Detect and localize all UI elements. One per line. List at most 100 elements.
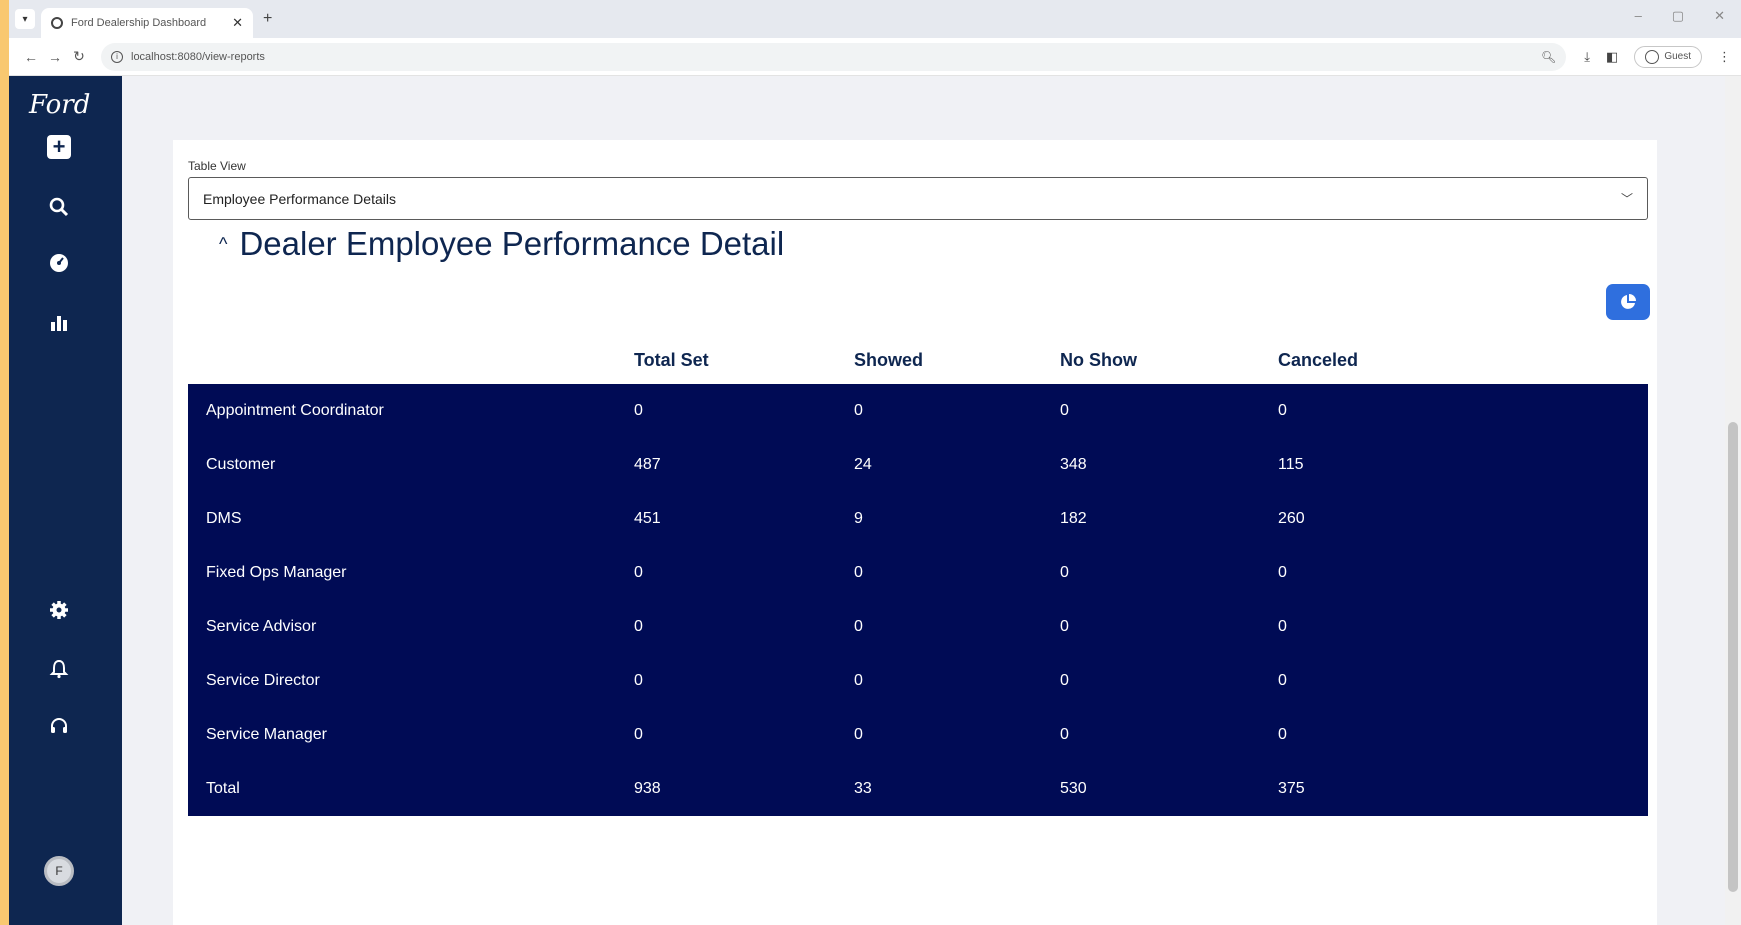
cell-no-show: 182 — [1060, 492, 1278, 546]
section-header[interactable]: ^ Dealer Employee Performance Detail — [219, 225, 784, 263]
cell-role: Appointment Coordinator — [188, 384, 634, 438]
table-row: Fixed Ops Manager 0 0 0 0 — [188, 546, 1648, 600]
performance-table: Total Set Showed No Show Canceled Appoin… — [188, 336, 1648, 816]
ford-logo: Ford — [29, 90, 91, 120]
scrollbar-thumb[interactable] — [1728, 422, 1738, 892]
table-row: Customer 487 24 348 115 — [188, 438, 1648, 492]
bar-chart-icon — [51, 316, 67, 331]
cell-total-set: 0 — [634, 384, 854, 438]
reload-icon[interactable]: ↻ — [67, 48, 91, 65]
cell-showed: 0 — [854, 600, 1060, 654]
window-close-icon[interactable]: ✕ — [1714, 8, 1725, 24]
column-header-role — [188, 336, 634, 384]
cell-canceled: 0 — [1278, 384, 1648, 438]
profile-icon — [1645, 49, 1660, 64]
zoom-icon[interactable]: 🔍︎ — [1541, 50, 1556, 64]
page-scrollbar[interactable] — [1725, 76, 1741, 925]
table-view-selected: Employee Performance Details — [203, 190, 396, 207]
cell-total-set: 0 — [634, 600, 854, 654]
side-panel-icon[interactable]: ◧ — [1606, 49, 1618, 65]
minimize-icon[interactable]: – — [1635, 8, 1642, 24]
cell-showed: 0 — [854, 654, 1060, 708]
cell-showed: 0 — [854, 708, 1060, 762]
cell-total-set: 0 — [634, 708, 854, 762]
avatar[interactable]: F — [44, 856, 74, 886]
url-text: localhost:8080/view-reports — [131, 50, 265, 63]
browser-toolbar: ← → ↻ i localhost:8080/view-reports 🔍︎ ⤓… — [9, 38, 1741, 76]
download-icon[interactable]: ⤓ — [1584, 49, 1590, 65]
cell-no-show: 0 — [1060, 384, 1278, 438]
add-button[interactable]: + — [46, 134, 72, 160]
back-icon[interactable]: ← — [19, 49, 43, 65]
maximize-icon[interactable]: ▢ — [1672, 8, 1684, 24]
cell-showed: 0 — [854, 546, 1060, 600]
table-row: Service Advisor 0 0 0 0 — [188, 600, 1648, 654]
table-view-label: Table View — [188, 159, 246, 173]
new-tab-icon[interactable]: + — [263, 10, 272, 28]
browser-tab[interactable]: Ford Dealership Dashboard ✕ — [41, 8, 253, 38]
column-header-total-set[interactable]: Total Set — [634, 336, 854, 384]
cell-showed: 33 — [854, 762, 1060, 816]
site-info-icon[interactable]: i — [111, 50, 123, 63]
chevron-up-icon[interactable]: ^ — [219, 234, 227, 255]
cell-canceled: 260 — [1278, 492, 1648, 546]
bell-icon — [49, 659, 69, 679]
cell-no-show: 348 — [1060, 438, 1278, 492]
pie-chart-button[interactable] — [1606, 284, 1650, 320]
headset-icon — [51, 718, 67, 733]
cell-canceled: 0 — [1278, 708, 1648, 762]
forward-icon[interactable]: → — [43, 49, 67, 65]
section-title: Dealer Employee Performance Detail — [239, 225, 785, 262]
table-row: Service Manager 0 0 0 0 — [188, 708, 1648, 762]
settings-button[interactable] — [46, 597, 72, 623]
cell-canceled: 0 — [1278, 600, 1648, 654]
tab-search-chevron-icon[interactable]: ▾ — [15, 9, 35, 29]
cell-canceled: 0 — [1278, 546, 1648, 600]
profile-label: Guest — [1664, 51, 1691, 62]
search-icon — [49, 197, 69, 217]
cell-role: DMS — [188, 492, 634, 546]
cell-no-show: 0 — [1060, 600, 1278, 654]
cell-total-set: 0 — [634, 654, 854, 708]
notifications-button[interactable] — [46, 656, 72, 682]
cell-role: Total — [188, 762, 634, 816]
window-controls: – ▢ ✕ — [1635, 8, 1725, 24]
cell-canceled: 115 — [1278, 438, 1648, 492]
cell-no-show: 530 — [1060, 762, 1278, 816]
cell-showed: 9 — [854, 492, 1060, 546]
chevron-down-icon: ﹀ — [1620, 192, 1633, 206]
report-card: Table View Employee Performance Details … — [173, 140, 1657, 925]
tab-strip: ▾ Ford Dealership Dashboard ✕ + – ▢ ✕ — [9, 0, 1741, 38]
profile-button[interactable]: Guest — [1634, 45, 1702, 68]
reports-button[interactable] — [46, 310, 72, 336]
column-header-canceled[interactable]: Canceled — [1278, 336, 1648, 384]
cell-role: Service Manager — [188, 708, 634, 762]
cell-canceled: 0 — [1278, 654, 1648, 708]
column-header-no-show[interactable]: No Show — [1060, 336, 1278, 384]
sidebar: Ford + F — [9, 76, 122, 925]
close-tab-icon[interactable]: ✕ — [232, 15, 243, 31]
cell-showed: 0 — [854, 384, 1060, 438]
tab-title: Ford Dealership Dashboard — [71, 17, 207, 29]
cell-role: Service Director — [188, 654, 634, 708]
cell-total-set: 0 — [634, 546, 854, 600]
dashboard-gauge-icon — [50, 254, 68, 272]
cell-total-set: 451 — [634, 492, 854, 546]
table-total-row: Total 938 33 530 375 — [188, 762, 1648, 816]
search-button[interactable] — [46, 194, 72, 220]
globe-icon — [51, 17, 63, 29]
cell-no-show: 0 — [1060, 546, 1278, 600]
cell-no-show: 0 — [1060, 708, 1278, 762]
browser-window: ▾ Ford Dealership Dashboard ✕ + – ▢ ✕ ← … — [9, 0, 1741, 925]
table-row: Appointment Coordinator 0 0 0 0 — [188, 384, 1648, 438]
table-view-select[interactable]: Employee Performance Details ﹀ — [188, 177, 1648, 220]
plus-icon: + — [47, 134, 71, 159]
table-row: Service Director 0 0 0 0 — [188, 654, 1648, 708]
dashboard-button[interactable] — [46, 250, 72, 276]
browser-menu-icon[interactable]: ⋮ — [1718, 49, 1731, 65]
cell-no-show: 0 — [1060, 654, 1278, 708]
address-bar[interactable]: i localhost:8080/view-reports 🔍︎ — [101, 42, 1567, 71]
cell-canceled: 375 — [1278, 762, 1648, 816]
support-button[interactable] — [46, 714, 72, 740]
column-header-showed[interactable]: Showed — [854, 336, 1060, 384]
